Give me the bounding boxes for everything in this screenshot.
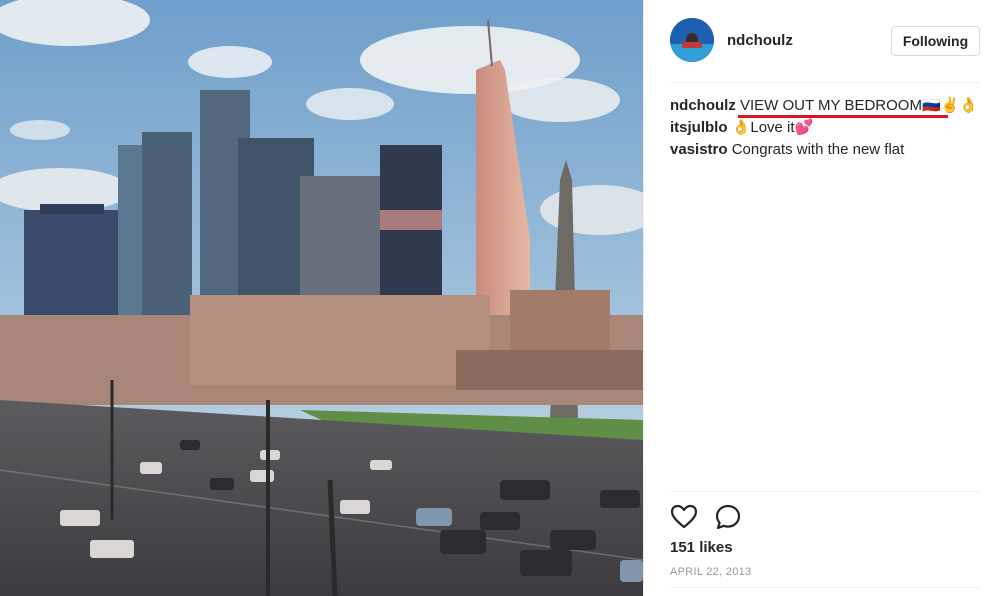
comment-username[interactable]: itsjulblo xyxy=(670,119,728,136)
likes-count[interactable]: 151 likes xyxy=(670,539,733,556)
post-date[interactable]: APRIL 22, 2013 xyxy=(670,566,751,578)
post-username[interactable]: ndchoulz xyxy=(727,32,793,49)
comment-bubble-icon[interactable] xyxy=(714,503,742,531)
comment-text: Love it xyxy=(750,119,795,136)
comment-username[interactable]: ndchoulz xyxy=(670,97,736,114)
caption-text: VIEW OUT MY BEDROOM xyxy=(740,97,922,114)
post-header: ndchoulz Following xyxy=(670,18,980,64)
comments-list: ndchoulz VIEW OUT MY BEDROOM 🇷🇺✌👌 itsjulb… xyxy=(670,95,980,161)
caption-emoji: 🇷🇺✌👌 xyxy=(921,97,978,114)
post-actions xyxy=(670,503,770,531)
comment-emoji: 👌 xyxy=(731,119,751,136)
comment-username[interactable]: vasistro xyxy=(670,141,728,158)
divider xyxy=(670,491,980,492)
heart-icon[interactable] xyxy=(670,503,698,531)
post-sidebar: ndchoulz Following ndchoulz VIEW OUT MY … xyxy=(643,0,1000,596)
divider xyxy=(670,587,980,588)
comment-text: Congrats with the new flat xyxy=(731,141,905,158)
following-button[interactable]: Following xyxy=(891,26,980,56)
city-skyline-image xyxy=(0,0,643,596)
post-photo[interactable] xyxy=(0,0,643,596)
list-item: itsjulblo 👌Love it💕 xyxy=(670,117,980,139)
avatar-image xyxy=(670,18,714,62)
avatar[interactable] xyxy=(670,18,714,62)
comment-emoji: 💕 xyxy=(794,119,814,136)
caption: ndchoulz VIEW OUT MY BEDROOM 🇷🇺✌👌 xyxy=(670,95,980,118)
list-item: vasistro Congrats with the new flat xyxy=(670,139,980,161)
caption-text-wrap: VIEW OUT MY BEDROOM xyxy=(738,97,948,118)
instagram-post: ndchoulz Following ndchoulz VIEW OUT MY … xyxy=(0,0,1000,596)
red-underline xyxy=(738,115,948,118)
divider xyxy=(670,82,980,83)
